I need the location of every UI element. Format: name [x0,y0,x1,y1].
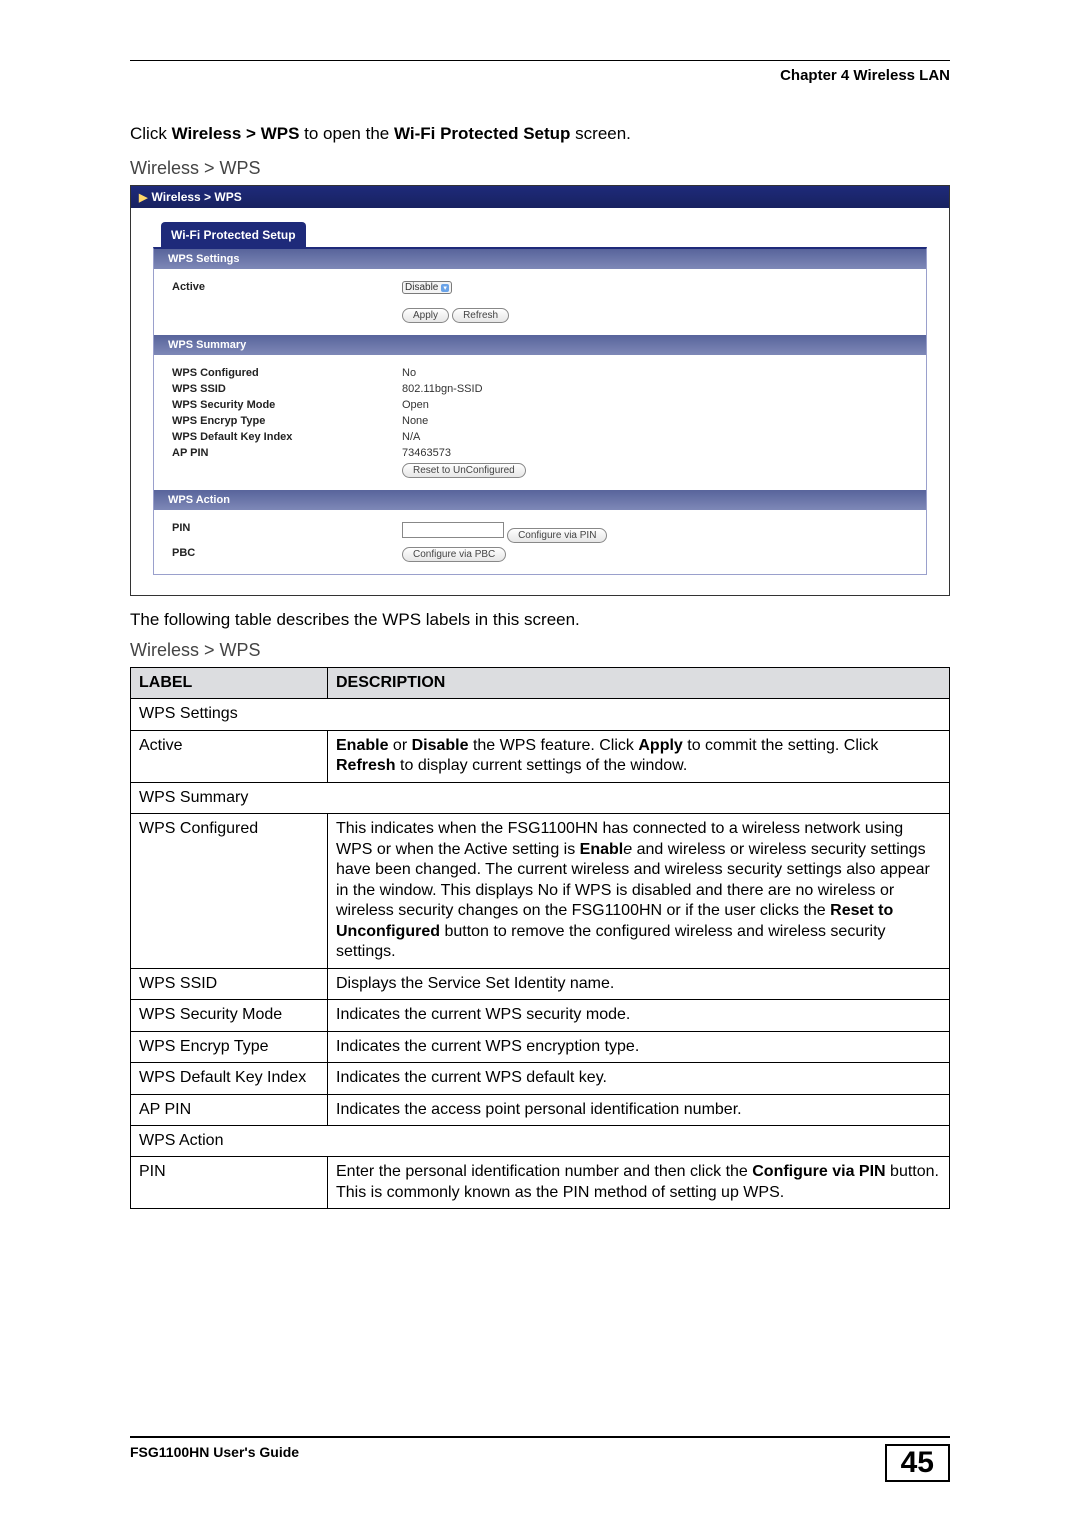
configure-via-pin-button[interactable]: Configure via PIN [507,528,607,543]
section-header-settings: WPS Settings [154,249,926,269]
bold-text: Configure via PIN [752,1163,885,1180]
cell-desc: Indicates the current WPS default key. [328,1063,950,1094]
cell-label: WPS Configured [131,814,328,968]
table-row: Active Enable or Disable the WPS feature… [131,730,950,782]
table-row: WPS Default Key Index Indicates the curr… [131,1063,950,1094]
wps-ssid-value: 802.11bgn-SSID [402,383,908,395]
breadcrumb-text: Wireless > WPS [151,190,241,204]
wps-tab[interactable]: Wi-Fi Protected Setup [161,222,306,248]
table-row: WPS SSID Displays the Service Set Identi… [131,968,950,999]
table-row: AP PIN Indicates the access point person… [131,1094,950,1125]
wps-defkey-label: WPS Default Key Index [172,431,402,443]
ap-pin-label: AP PIN [172,447,402,459]
wps-encryp-value: None [402,415,908,427]
cell-desc: Enable or Disable the WPS feature. Click… [328,730,950,782]
cell-desc: Indicates the current WPS security mode. [328,1000,950,1031]
intro-paragraph: Click Wireless > WPS to open the Wi-Fi P… [130,124,950,144]
bold-text: Refresh [336,757,396,774]
apply-button[interactable]: Apply [402,308,449,323]
cell-desc: Enter the personal identification number… [328,1157,950,1209]
cell-desc: Indicates the access point personal iden… [328,1094,950,1125]
wps-secmode-value: Open [402,399,908,411]
active-select-value: Disable [405,282,438,293]
bold-text: Disable [412,737,469,754]
wps-description-table: LABEL DESCRIPTION WPS Settings Active En… [130,667,950,1209]
cell-label: WPS Security Mode [131,1000,328,1031]
configure-via-pbc-button[interactable]: Configure via PBC [402,547,506,562]
figure-caption: Wireless > WPS [130,158,950,179]
bold-text: Apply [638,737,682,754]
wps-ssid-label: WPS SSID [172,383,402,395]
cell-desc: This indicates when the FSG1100HN has co… [328,814,950,968]
intro-text: Click [130,124,172,143]
reset-unconfigured-button[interactable]: Reset to UnConfigured [402,463,526,478]
table-row: WPS Settings [131,699,950,730]
refresh-button[interactable]: Refresh [452,308,509,323]
italic-text: e [623,841,632,858]
footer-guide-title: FSG1100HN User's Guide [130,1444,299,1460]
table-row: WPS Summary [131,782,950,813]
screenshot-titlebar: ▶ Wireless > WPS [131,186,949,208]
intro-breadcrumb: Wireless > WPS [172,124,300,143]
bold-text: Enable [336,737,388,754]
wps-configured-value: No [402,367,908,379]
table-row: WPS Configured This indicates when the F… [131,814,950,968]
cell-label: Active [131,730,328,782]
text: to display current settings of the windo… [396,757,688,774]
chapter-header: Chapter 4 Wireless LAN [130,67,950,84]
wps-encryp-label: WPS Encryp Type [172,415,402,427]
wps-screenshot: ▶ Wireless > WPS Wi-Fi Protected Setup W… [130,185,950,596]
chevron-down-icon: ▾ [441,284,449,292]
wps-configured-label: WPS Configured [172,367,402,379]
text: the WPS feature. Click [469,737,639,754]
table-header-label: LABEL [131,668,328,699]
followup-text: The following table describes the WPS la… [130,610,950,630]
page-footer: FSG1100HN User's Guide 45 [130,1436,950,1482]
section-header-action: WPS Action [154,490,926,510]
pbc-label: PBC [172,547,402,562]
active-select[interactable]: Disable ▾ [402,281,452,294]
text: to commit the setting. Click [683,737,879,754]
cell-label: WPS Encryp Type [131,1031,328,1062]
cell-desc: Indicates the current WPS encryption typ… [328,1031,950,1062]
page-number: 45 [885,1444,950,1482]
text: or [388,737,411,754]
cell-label: AP PIN [131,1094,328,1125]
table-header-description: DESCRIPTION [328,668,950,699]
wps-secmode-label: WPS Security Mode [172,399,402,411]
pin-input[interactable] [402,522,504,538]
ap-pin-value: 73463573 [402,447,908,459]
table-row: WPS Action [131,1125,950,1156]
cell-desc: Displays the Service Set Identity name. [328,968,950,999]
cell-label: WPS SSID [131,968,328,999]
cell-label: WPS Default Key Index [131,1063,328,1094]
table-row: WPS Security Mode Indicates the current … [131,1000,950,1031]
active-label: Active [172,281,402,294]
text: Enter the personal identification number… [336,1163,752,1180]
intro-text: to open the [299,124,394,143]
breadcrumb-arrow-icon: ▶ [139,191,147,204]
wps-defkey-value: N/A [402,431,908,443]
table-row: PIN Enter the personal identification nu… [131,1157,950,1209]
section-header-summary: WPS Summary [154,335,926,355]
table-caption: Wireless > WPS [130,640,950,661]
bold-text: Enabl [580,841,624,858]
intro-screen-name: Wi-Fi Protected Setup [394,124,570,143]
intro-text: screen. [570,124,630,143]
pin-label: PIN [172,522,402,543]
cell-label: PIN [131,1157,328,1209]
table-row: WPS Encryp Type Indicates the current WP… [131,1031,950,1062]
